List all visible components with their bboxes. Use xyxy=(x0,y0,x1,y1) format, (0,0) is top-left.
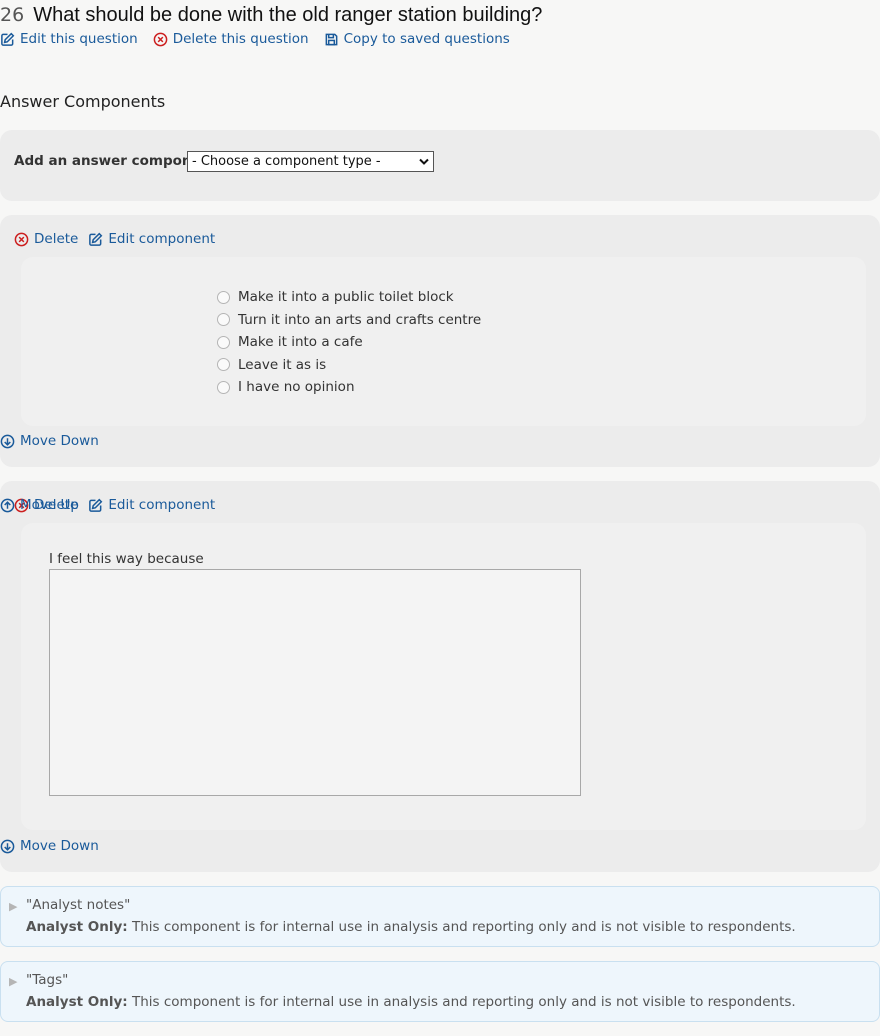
delete-question-link[interactable]: Delete this question xyxy=(153,31,309,47)
delete-icon xyxy=(153,32,168,46)
copy-question-label: Copy to saved questions xyxy=(343,31,510,47)
arrow-up-circle-icon xyxy=(0,498,15,512)
note-title: "Tags" xyxy=(26,972,69,988)
move-down-label: Move Down xyxy=(20,838,99,854)
radio-option[interactable]: Leave it as is xyxy=(217,354,481,377)
radio-option-label: Leave it as is xyxy=(238,356,327,373)
triangle-right-icon[interactable]: ▶ xyxy=(9,900,17,913)
edit-question-label: Edit this question xyxy=(20,31,138,47)
component1-move: Move Down xyxy=(0,433,866,449)
note-text: This component is for internal use in an… xyxy=(132,919,796,935)
component-type-selected: - Choose a component type - xyxy=(192,154,381,169)
tags-component[interactable] xyxy=(0,961,880,1022)
edit-icon xyxy=(89,232,103,246)
move-down-button[interactable]: Move Down xyxy=(0,433,99,449)
radio-option-label: Make it into a public toilet block xyxy=(238,289,454,306)
triangle-right-icon[interactable]: ▶ xyxy=(9,975,17,988)
radio-button[interactable] xyxy=(217,358,230,372)
textarea-prompt: I feel this way because xyxy=(49,551,204,567)
response-textarea[interactable] xyxy=(49,569,581,796)
move-up-button[interactable]: Move Up xyxy=(0,497,79,513)
edit-icon xyxy=(1,32,15,46)
move-down-label: Move Down xyxy=(20,433,99,449)
radio-option-label: I have no opinion xyxy=(238,379,355,396)
question-number: 26 xyxy=(0,4,25,26)
radio-option[interactable]: I have no opinion xyxy=(217,376,481,399)
radio-button[interactable] xyxy=(217,313,230,327)
copy-question-link[interactable]: Copy to saved questions xyxy=(324,31,510,47)
component2-move-up: Move Up xyxy=(0,497,866,513)
note-label: Analyst Only: xyxy=(26,994,128,1010)
radio-button[interactable] xyxy=(217,380,230,394)
radio-option-label: Turn it into an arts and crafts centre xyxy=(238,311,482,328)
delete-question-label: Delete this question xyxy=(172,31,309,47)
radio-button[interactable] xyxy=(217,335,230,349)
component1-actions: Delete Edit component xyxy=(14,231,215,247)
note-body: Analyst Only: This component is for inte… xyxy=(26,919,796,935)
delete-component-button[interactable]: Delete xyxy=(14,231,78,247)
move-up-label: Move Up xyxy=(20,497,79,513)
question-actions: Edit this question Delete this question … xyxy=(0,31,510,47)
note-label: Analyst Only: xyxy=(26,919,128,935)
radio-option[interactable]: Make it into a cafe xyxy=(217,331,481,354)
question-header: 26 What should be done with the old rang… xyxy=(0,4,542,28)
note-text: This component is for internal use in an… xyxy=(132,994,796,1010)
radio-options: Make it into a public toilet block Turn … xyxy=(217,286,481,399)
delete-icon xyxy=(14,232,29,246)
edit-question-link[interactable]: Edit this question xyxy=(0,31,138,47)
component-type-select[interactable]: - Choose a component type - xyxy=(187,151,434,172)
radio-option-label: Make it into a cafe xyxy=(238,334,363,351)
delete-component-label: Delete xyxy=(34,231,79,247)
section-title: Answer Components xyxy=(0,92,166,111)
note-body: Analyst Only: This component is for inte… xyxy=(26,994,796,1010)
save-icon xyxy=(325,33,337,45)
radio-button[interactable] xyxy=(217,290,230,304)
analyst-notes-component[interactable] xyxy=(0,886,880,947)
chevron-down-icon xyxy=(419,158,429,165)
question-title: What should be done with the old ranger … xyxy=(33,4,543,26)
component2-move-down: Move Down xyxy=(0,838,866,854)
radio-option[interactable]: Make it into a public toilet block xyxy=(217,286,481,309)
radio-option[interactable]: Turn it into an arts and crafts centre xyxy=(217,309,481,332)
note-title: "Analyst notes" xyxy=(26,897,131,913)
move-down-button[interactable]: Move Down xyxy=(0,838,99,854)
arrow-down-circle-icon xyxy=(0,839,15,853)
arrow-down-circle-icon xyxy=(0,434,15,448)
edit-component-button[interactable]: Edit component xyxy=(88,231,215,247)
edit-component-label: Edit component xyxy=(108,231,216,247)
